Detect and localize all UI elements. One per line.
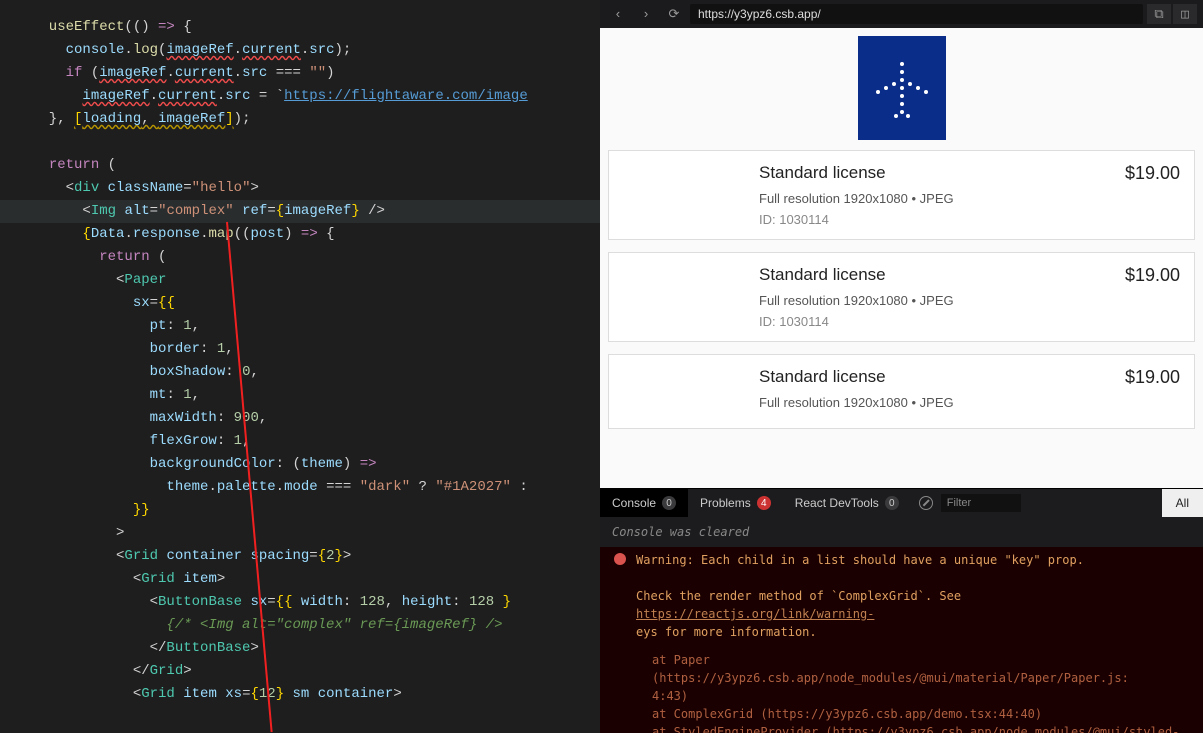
- code-line[interactable]: <Grid item xs={12} sm container>: [32, 683, 600, 706]
- forward-button[interactable]: ›: [634, 4, 658, 24]
- code-line[interactable]: flexGrow: 1,: [32, 430, 600, 453]
- code-line[interactable]: [32, 131, 600, 154]
- card-price: $19.00: [1125, 367, 1180, 416]
- tab-problems[interactable]: Problems 4: [688, 489, 783, 517]
- warning-text: Warning: Each child in a list should hav…: [636, 553, 1084, 567]
- code-line[interactable]: mt: 1,: [32, 384, 600, 407]
- card-id: ID: 1030114: [759, 314, 1125, 329]
- code-line[interactable]: <Paper: [32, 269, 600, 292]
- tab-console-label: Console: [612, 496, 656, 510]
- editor-gutter: [0, 0, 28, 733]
- problems-count-badge: 4: [757, 496, 771, 510]
- logo-container: [600, 28, 1203, 150]
- card-thumbnail: [623, 265, 759, 329]
- console-warning: Warning: Each child in a list should hav…: [612, 551, 1191, 641]
- code-line[interactable]: <ButtonBase sx={{ width: 128, height: 12…: [32, 591, 600, 614]
- code-line[interactable]: </Grid>: [32, 660, 600, 683]
- airplane-icon: [858, 36, 946, 140]
- warning-body-2: eys for more information.: [636, 625, 817, 639]
- code-line[interactable]: }, [loading, imageRef]);: [32, 108, 600, 131]
- airplane-logo: [858, 36, 946, 140]
- code-line[interactable]: <Grid item>: [32, 568, 600, 591]
- devtools-tabs: Console 0 Problems 4 React DevTools 0 Fi…: [600, 489, 1203, 517]
- url-field[interactable]: https://y3ypz6.csb.app/: [690, 4, 1143, 24]
- code-area[interactable]: useEffect(() => { console.log(imageRef.c…: [32, 0, 600, 706]
- code-line[interactable]: </ButtonBase>: [32, 637, 600, 660]
- code-editor-pane[interactable]: useEffect(() => { console.log(imageRef.c…: [0, 0, 600, 733]
- stack-line: 4:43): [612, 687, 1191, 705]
- filter-all-button[interactable]: All: [1162, 489, 1203, 517]
- preview-area[interactable]: Standard license Full resolution 1920x108…: [600, 28, 1203, 488]
- code-line[interactable]: sx={{: [32, 292, 600, 315]
- stack-line: at StyledEngineProvider (https://y3ypz6.…: [612, 723, 1191, 733]
- card-subtitle: Full resolution 1920x1080 • JPEG: [759, 293, 1125, 308]
- card-subtitle: Full resolution 1920x1080 • JPEG: [759, 191, 1125, 206]
- card-thumbnail: [623, 163, 759, 227]
- card-title: Standard license: [759, 265, 1125, 285]
- code-line[interactable]: backgroundColor: (theme) =>: [32, 453, 600, 476]
- warning-link[interactable]: https://reactjs.org/link/warning-: [636, 607, 874, 621]
- panel-button[interactable]: ◫: [1173, 4, 1197, 24]
- license-card[interactable]: Standard license Full resolution 1920x108…: [608, 354, 1195, 429]
- browser-toolbar: ‹ › ⟳ https://y3ypz6.csb.app/ ⧉ ◫: [600, 0, 1203, 28]
- code-line[interactable]: <Img alt="complex" ref={imageRef} />: [32, 200, 600, 223]
- code-line[interactable]: >: [32, 522, 600, 545]
- filter-input[interactable]: Filter: [941, 494, 1021, 512]
- stack-line: at Paper (https://y3ypz6.csb.app/node_mo…: [612, 651, 1191, 687]
- tab-react-label: React DevTools: [795, 496, 879, 510]
- url-text: https://y3ypz6.csb.app/: [698, 7, 821, 21]
- card-thumbnail: [623, 367, 759, 416]
- back-button[interactable]: ‹: [606, 4, 630, 24]
- code-line[interactable]: pt: 1,: [32, 315, 600, 338]
- console-cleared-message: Console was cleared: [600, 517, 1203, 547]
- react-count-badge: 0: [885, 496, 899, 510]
- tab-console[interactable]: Console 0: [600, 489, 688, 517]
- code-line[interactable]: <Grid container spacing={2}>: [32, 545, 600, 568]
- filter-placeholder: Filter: [947, 497, 971, 509]
- card-price: $19.00: [1125, 163, 1180, 227]
- filter-all-label: All: [1176, 496, 1189, 510]
- open-external-button[interactable]: ⧉: [1147, 4, 1171, 24]
- browser-pane: ‹ › ⟳ https://y3ypz6.csb.app/ ⧉ ◫: [600, 0, 1203, 733]
- warning-body-1: Check the render method of `ComplexGrid`…: [636, 589, 961, 603]
- code-line[interactable]: return (: [32, 246, 600, 269]
- license-card[interactable]: Standard license Full resolution 1920x108…: [608, 252, 1195, 342]
- code-line[interactable]: imageRef.current.src = `https://flightaw…: [32, 85, 600, 108]
- card-title: Standard license: [759, 367, 1125, 387]
- reload-button[interactable]: ⟳: [662, 4, 686, 24]
- code-line[interactable]: border: 1,: [32, 338, 600, 361]
- card-title: Standard license: [759, 163, 1125, 183]
- devtools-panel: Console 0 Problems 4 React DevTools 0 Fi…: [600, 488, 1203, 733]
- card-subtitle: Full resolution 1920x1080 • JPEG: [759, 395, 1125, 410]
- code-line[interactable]: <div className="hello">: [32, 177, 600, 200]
- console-body[interactable]: Console was cleared Warning: Each child …: [600, 517, 1203, 733]
- code-line[interactable]: maxWidth: 900,: [32, 407, 600, 430]
- code-line[interactable]: theme.palette.mode === "dark" ? "#1A2027…: [32, 476, 600, 499]
- card-price: $19.00: [1125, 265, 1180, 329]
- code-line[interactable]: return (: [32, 154, 600, 177]
- code-line[interactable]: console.log(imageRef.current.src);: [32, 39, 600, 62]
- code-line[interactable]: }}: [32, 499, 600, 522]
- code-line[interactable]: {/* <Img alt="complex" ref={imageRef} />: [32, 614, 600, 637]
- card-id: ID: 1030114: [759, 212, 1125, 227]
- license-card[interactable]: Standard license Full resolution 1920x108…: [608, 150, 1195, 240]
- clear-console-icon[interactable]: [919, 496, 933, 510]
- tab-react-devtools[interactable]: React DevTools 0: [783, 489, 911, 517]
- tab-problems-label: Problems: [700, 496, 751, 510]
- code-line[interactable]: boxShadow: 0,: [32, 361, 600, 384]
- code-line[interactable]: if (imageRef.current.src === ""): [32, 62, 600, 85]
- code-line[interactable]: {Data.response.map((post) => {: [32, 223, 600, 246]
- stack-line: at ComplexGrid (https://y3ypz6.csb.app/d…: [612, 705, 1191, 723]
- console-count-badge: 0: [662, 496, 676, 510]
- code-line[interactable]: useEffect(() => {: [32, 16, 600, 39]
